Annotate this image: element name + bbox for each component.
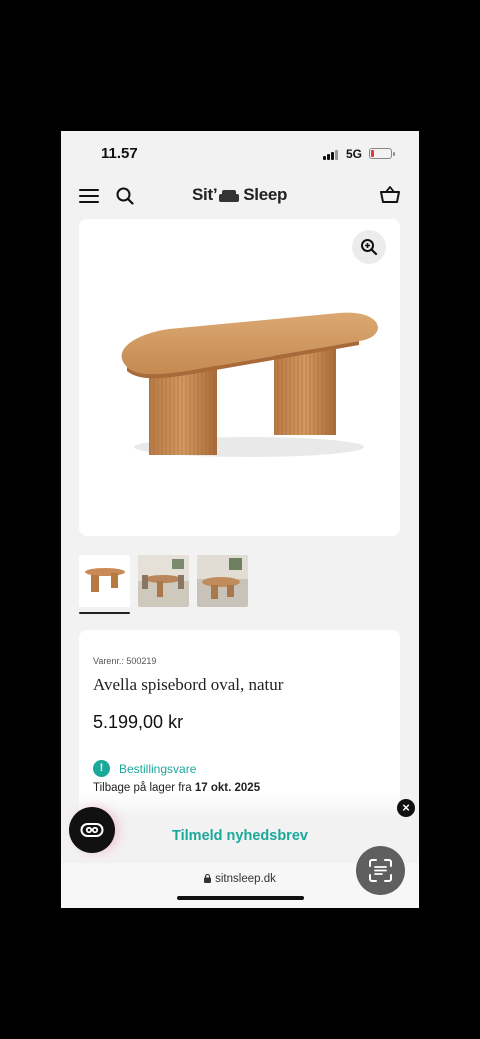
scan-text-button[interactable]: [356, 846, 405, 895]
logo-text-right: Sleep: [243, 185, 288, 204]
menu-icon[interactable]: [79, 188, 99, 204]
lock-icon: [204, 873, 212, 883]
product-title: Avella spisebord oval, natur: [93, 675, 284, 694]
zoom-button[interactable]: [352, 230, 386, 264]
product-price: 5.199,00 kr: [93, 712, 184, 732]
chat-icon: [80, 823, 104, 837]
oval-table-picture: [121, 312, 378, 457]
site-header: Sit’ Sleep: [61, 177, 419, 217]
logo-text-left: Sit’: [192, 185, 218, 204]
product-sku: Varenr.: 500219: [93, 656, 157, 666]
url-text: sitnsleep.dk: [215, 873, 276, 885]
sofa-logo-icon: [219, 188, 240, 202]
phone-screen: 11.57 5G Sit’ Sleep Varenr.: 500219 Avel…: [61, 131, 419, 908]
status-time: 11.57: [101, 145, 138, 162]
active-thumbnail-indicator: [79, 612, 130, 614]
thumbnail-3[interactable]: [197, 555, 248, 607]
product-image[interactable]: [79, 219, 400, 536]
image-thumbnails: [79, 555, 279, 615]
basket-icon[interactable]: [379, 185, 401, 205]
signal-icon: [323, 149, 341, 160]
home-indicator[interactable]: [177, 896, 304, 900]
close-newsletter-icon[interactable]: ×: [397, 799, 415, 817]
info-icon: !: [93, 760, 110, 777]
availability-status: Bestillingsvare: [119, 762, 197, 776]
thumbnail-1[interactable]: [79, 555, 130, 607]
search-icon[interactable]: [115, 186, 135, 206]
zoom-in-icon: [361, 239, 378, 256]
chat-button[interactable]: [69, 807, 115, 853]
live-text-icon: [369, 859, 392, 882]
site-logo[interactable]: Sit’ Sleep: [192, 185, 287, 205]
network-label: 5G: [346, 147, 363, 161]
thumbnail-2[interactable]: [138, 555, 189, 607]
battery-icon: [369, 148, 395, 159]
status-bar: 11.57 5G: [61, 131, 419, 177]
